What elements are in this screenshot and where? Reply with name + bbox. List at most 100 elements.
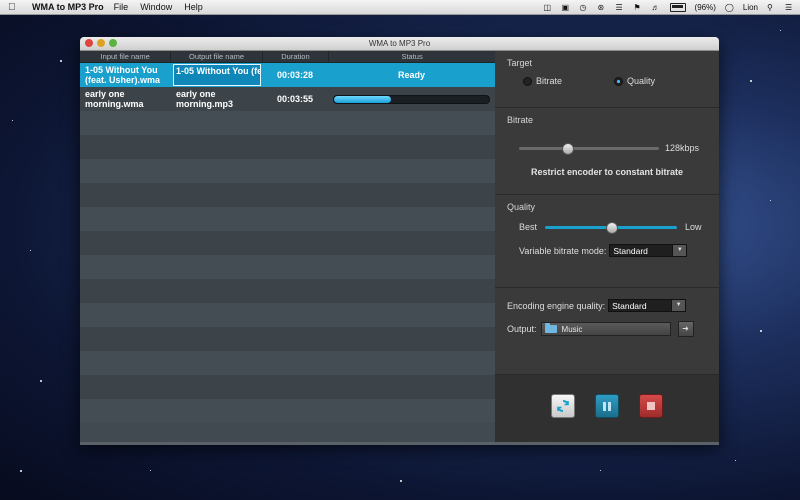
output-file-name-editor[interactable]: 1-05 Without You (fe <box>173 64 261 86</box>
menu-file[interactable]: File <box>114 2 129 12</box>
empty-row <box>80 159 495 183</box>
menu-app-name[interactable]: WMA to MP3 Pro <box>32 2 104 12</box>
output-file-name: early one morning.mp3 <box>176 89 234 109</box>
window-title: WMA to MP3 Pro <box>368 39 431 48</box>
col-input-name[interactable]: Input file name <box>80 51 172 62</box>
spotlight-icon[interactable]: ⚲ <box>767 3 776 12</box>
duration: 00:03:28 <box>276 70 314 80</box>
bitrate-section: Bitrate 128kbps Restrict encoder to cons… <box>495 108 719 195</box>
output-label: Output: <box>507 324 537 334</box>
table-row[interactable]: early one morning.wma early one morning.… <box>80 87 495 111</box>
bitrate-value: 128kbps <box>665 143 700 153</box>
input-file-name: 1-05 Without You (feat. Usher).wma <box>85 65 161 85</box>
refresh-icon <box>557 399 569 413</box>
bitrate-title: Bitrate <box>507 115 534 125</box>
status-text: Ready <box>397 70 425 80</box>
pause-button[interactable] <box>595 394 619 418</box>
settings-panel: Target Bitrate Quality Bitrate 128kbps R… <box>495 51 719 442</box>
action-buttons <box>507 394 707 418</box>
apple-icon[interactable]:  <box>8 2 24 13</box>
reveal-output-button[interactable]: ➜ <box>677 321 694 337</box>
col-output-name[interactable]: Output file name <box>171 51 263 62</box>
empty-row <box>80 111 495 135</box>
titlebar[interactable]: WMA to MP3 Pro <box>80 37 719 51</box>
quality-slider[interactable] <box>545 221 678 234</box>
empty-row <box>80 183 495 207</box>
copy-icon[interactable]: ◫ <box>544 3 553 12</box>
conversion-progress <box>333 94 490 104</box>
bitrate-radio[interactable]: Bitrate <box>523 76 562 86</box>
output-folder-value: Music <box>561 324 583 334</box>
empty-row <box>80 135 495 159</box>
table-header: Input file name Output file name Duratio… <box>80 51 495 63</box>
battery-percent: (96%) <box>694 2 716 12</box>
empty-row <box>80 255 495 279</box>
status-cell <box>328 94 495 104</box>
menubar:  WMA to MP3 Pro File Window Help ◫ ▣ ◷ … <box>0 0 800 15</box>
empty-row <box>80 279 495 303</box>
user-icon[interactable]: ◯ <box>725 3 734 12</box>
bluetooth-icon[interactable]: ⊛ <box>598 3 607 12</box>
output-cell: 1-05 Without You (fe <box>171 64 262 86</box>
target-title: Target <box>507 58 533 68</box>
empty-row <box>80 303 495 327</box>
menu-help[interactable]: Help <box>184 2 203 12</box>
stop-icon <box>647 402 655 410</box>
clock-icon[interactable]: ◷ <box>580 3 589 12</box>
target-radio-group: Bitrate Quality <box>507 76 707 86</box>
col-duration[interactable]: Duration <box>263 51 330 62</box>
vbr-row: Variable bitrate mode: Standard ▼ <box>507 244 707 257</box>
radio-quality-dot[interactable] <box>614 76 624 86</box>
quality-best-label: Best <box>519 222 538 232</box>
quality-radio[interactable]: Quality <box>614 76 655 86</box>
target-section: Target Bitrate Quality <box>495 51 719 108</box>
actions-section <box>495 375 719 442</box>
menu-extras: ◫ ▣ ◷ ⊛ ☰ ⚑ ♬ (96%) ◯ Lion ⚲ ☰ <box>544 0 794 14</box>
empty-row <box>80 399 495 423</box>
radio-bitrate-dot[interactable] <box>523 76 532 86</box>
table-rows: 1-05 Without You (feat. Usher).wma 1-05 … <box>80 63 495 423</box>
output-folder-select[interactable]: Music <box>540 322 671 336</box>
engine-quality-value: Standard <box>612 300 647 311</box>
window-bottom-edge <box>80 442 719 445</box>
quality-slider-knob[interactable] <box>606 221 619 234</box>
table-row[interactable]: 1-05 Without You (feat. Usher).wma 1-05 … <box>80 63 495 87</box>
flag-icon[interactable]: ⚑ <box>634 3 643 12</box>
col-status[interactable]: Status <box>329 51 495 62</box>
empty-row <box>80 375 495 399</box>
zoom-button[interactable] <box>109 39 117 47</box>
empty-row <box>80 207 495 231</box>
restrict-constant-bitrate[interactable]: Restrict encoder to constant bitrate <box>507 167 707 177</box>
bitrate-radio-label: Bitrate <box>536 76 563 86</box>
battery-icon[interactable] <box>669 2 686 12</box>
engine-quality-select[interactable]: Standard ▼ <box>608 299 687 312</box>
stop-button[interactable] <box>639 394 663 418</box>
notification-list-icon[interactable]: ☰ <box>785 3 794 12</box>
minimize-button[interactable] <box>97 39 105 47</box>
window-controls <box>85 39 117 47</box>
bitrate-slider[interactable] <box>519 142 659 155</box>
user-name[interactable]: Lion <box>743 3 758 12</box>
vbr-mode-value: Standard <box>613 245 648 256</box>
menu-window[interactable]: Window <box>140 2 172 12</box>
app-window: WMA to MP3 Pro Input file name Output fi… <box>80 37 719 442</box>
output-row: Output: Music ➜ <box>507 321 707 337</box>
engine-quality-label: Encoding engine quality: <box>507 300 606 311</box>
bitrate-slider-knob[interactable] <box>561 142 574 155</box>
wifi-icon[interactable]: ☰ <box>616 3 625 12</box>
duration: 00:03:55 <box>276 94 314 104</box>
pause-icon <box>603 401 611 411</box>
convert-button[interactable] <box>551 394 575 418</box>
quality-row: Best Low <box>507 221 707 234</box>
close-button[interactable] <box>85 39 93 47</box>
volume-icon[interactable]: ♬ <box>652 3 661 12</box>
chevron-down-icon[interactable]: ▼ <box>672 245 687 256</box>
progress-fill <box>334 95 392 103</box>
engine-row: Encoding engine quality: Standard ▼ <box>507 299 707 312</box>
folder-icon <box>544 323 557 333</box>
quality-title: Quality <box>507 202 536 212</box>
chevron-down-icon[interactable]: ▼ <box>671 300 686 311</box>
empty-rows <box>80 111 495 423</box>
screen-icon[interactable]: ▣ <box>562 3 571 12</box>
vbr-mode-select[interactable]: Standard ▼ <box>609 244 688 257</box>
